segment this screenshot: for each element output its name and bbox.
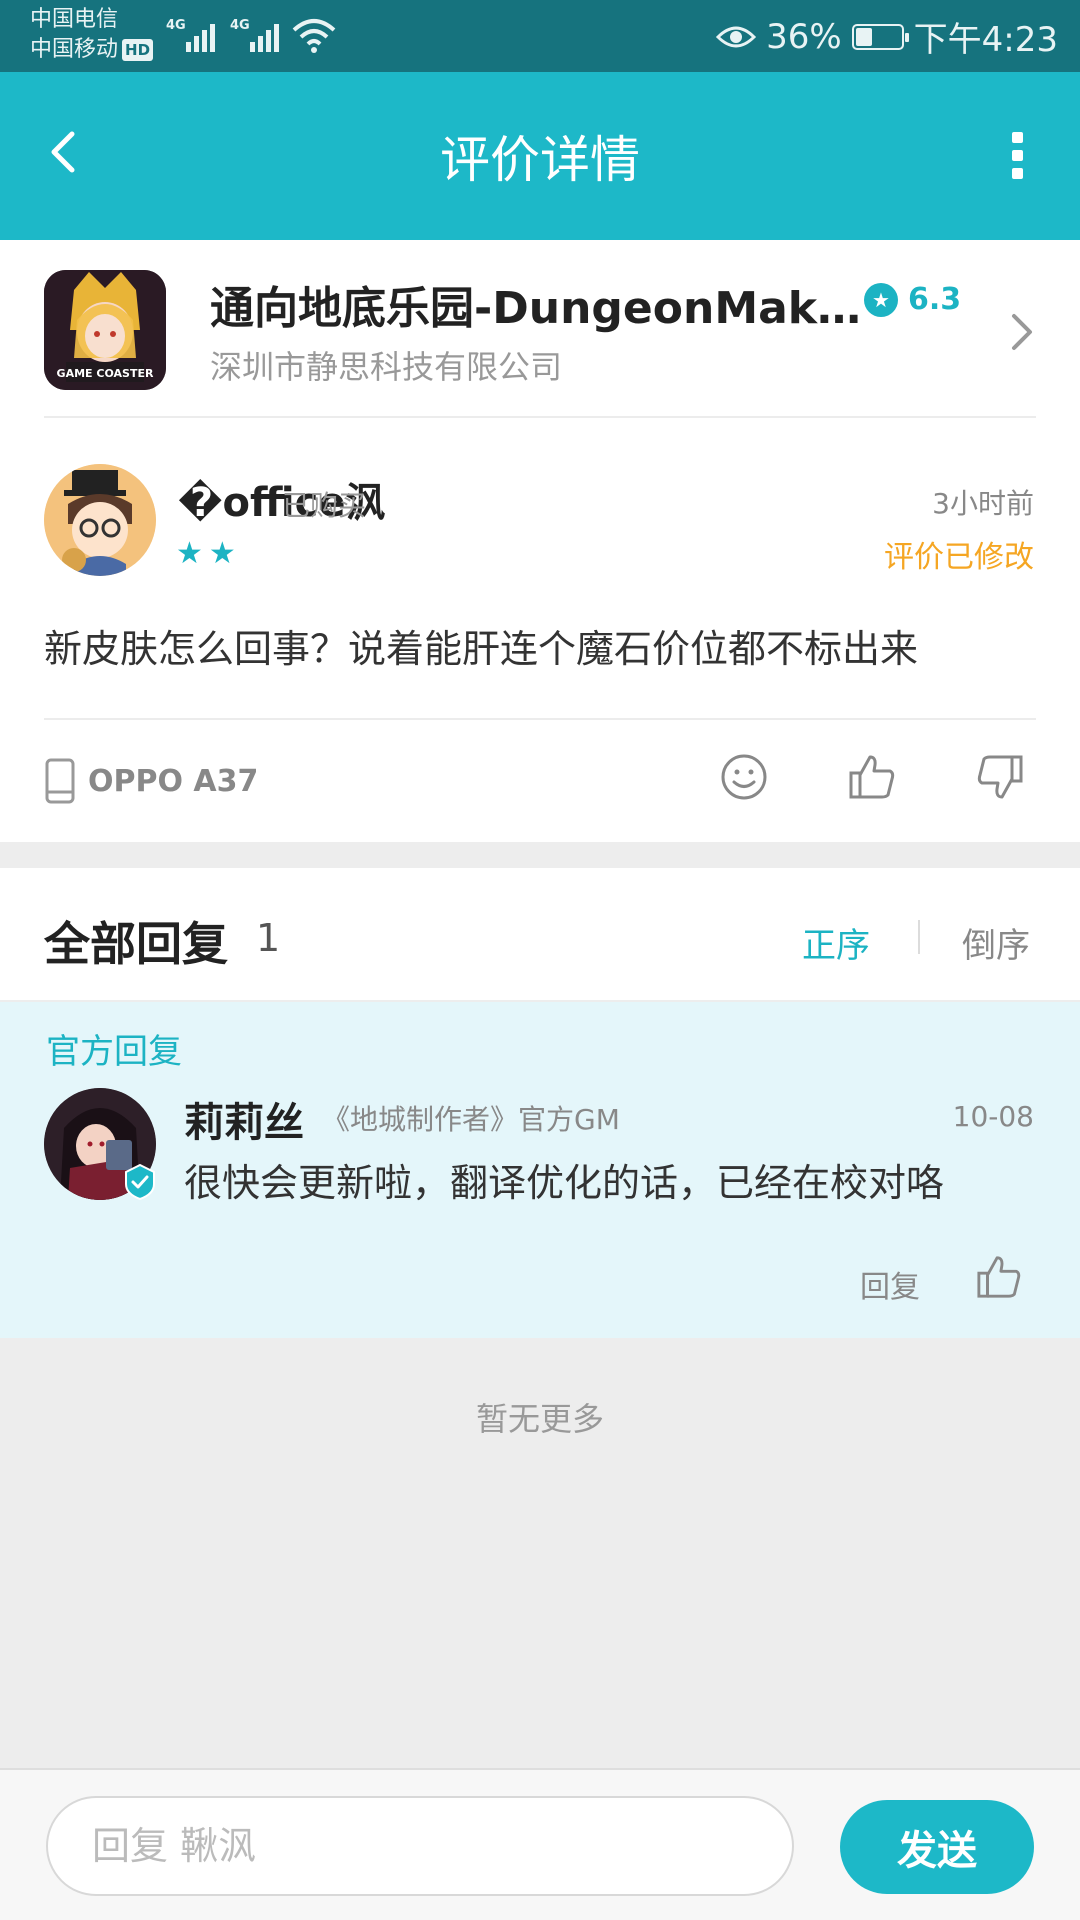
game-icon: GAME COASTER — [44, 270, 166, 390]
app-bar: 评价详情 — [0, 72, 1080, 240]
thumbs-down-button[interactable] — [976, 753, 1024, 801]
carrier-1: 中国电信 — [30, 7, 119, 32]
replies-header: 全部回复 1 正序 倒序 — [0, 868, 1080, 1000]
chevron-right-icon — [1012, 314, 1032, 350]
replies-title: 全部回复 — [44, 917, 228, 971]
review-content: 新皮肤怎么回事？说着能肝连个魔石价位都不标出来 — [44, 627, 919, 671]
game-info-row[interactable]: GAME COASTER 通向地底乐园-DungeonMak… ★ 6.3 深圳… — [0, 240, 1080, 418]
network-type-label: 4G — [230, 18, 250, 33]
divider — [44, 416, 1036, 418]
verified-icon — [125, 1164, 155, 1200]
game-rating: ★ 6.3 — [864, 282, 961, 317]
review-stars: ★★ — [176, 536, 242, 571]
hd-badge: HD — [122, 39, 154, 61]
divider — [44, 718, 1036, 720]
game-title: 通向地底乐园-DungeonMak… — [210, 283, 862, 334]
gm-reply-text: 很快会更新啦，翻译优化的话，已经在校对咯 — [184, 1161, 945, 1205]
review-modified-label[interactable]: 评价已修改 — [884, 532, 1034, 576]
reply-input[interactable] — [46, 1796, 794, 1896]
reviewer-avatar[interactable] — [44, 464, 156, 576]
network-type-label: 4G — [166, 18, 186, 33]
emoji-button[interactable] — [720, 753, 768, 801]
status-bar: 中国电信 中国移动 HD 4G 4G 36% 下午4:23 — [0, 0, 1080, 72]
sort-ascending-button[interactable]: 正序 — [802, 918, 870, 967]
no-more-label: 暂无更多 — [475, 1400, 604, 1438]
developer-name: 深圳市静思科技有限公司 — [210, 348, 563, 386]
replies-count: 1 — [256, 916, 281, 960]
reply-bar: 发送 — [0, 1768, 1080, 1920]
eye-comfort-icon — [716, 26, 757, 47]
sort-separator — [918, 920, 920, 954]
device-info: OPPO A37 — [44, 758, 258, 804]
status-right: 36% 下午4:23 — [716, 12, 1058, 61]
reply-button[interactable]: 回复 — [860, 1262, 920, 1306]
battery-icon — [851, 23, 909, 50]
rating-value: 6.3 — [908, 282, 962, 317]
official-reply: 官方回复 莉莉丝 《地城制作者》官方GM 10-08 很快会更新啦，翻译优化的话… — [0, 1002, 1080, 1338]
carrier-info: 中国电信 中国移动 HD — [30, 5, 154, 65]
device-name: OPPO A37 — [88, 763, 259, 799]
purchased-badge: 已购买 — [282, 489, 367, 522]
signal-icon: 4G — [166, 18, 218, 52]
game-icon-label: GAME COASTER — [57, 367, 154, 380]
signal-icon: 4G — [230, 18, 282, 52]
wifi-icon — [292, 19, 336, 53]
reply-thumbs-up-button[interactable] — [976, 1252, 1022, 1302]
review-card: GAME COASTER 通向地底乐园-DungeonMak… ★ 6.3 深圳… — [0, 240, 1080, 842]
clock: 下午4:23 — [913, 20, 1058, 60]
gm-name[interactable]: 莉莉丝 — [184, 1090, 304, 1148]
gm-reply-date: 10-08 — [952, 1100, 1034, 1133]
more-vertical-icon — [1012, 132, 1023, 143]
review-time: 3小时前 — [932, 487, 1034, 520]
thumbs-up-button[interactable] — [848, 753, 896, 801]
star-icon: ★ — [864, 282, 898, 317]
sort-descending-button[interactable]: 倒序 — [962, 918, 1030, 967]
battery-percent: 36% — [766, 16, 842, 57]
official-reply-label: 官方回复 — [46, 1032, 182, 1072]
phone-icon — [45, 758, 75, 804]
gm-role: 《地城制作者》官方GM — [322, 1103, 620, 1136]
carrier-2: 中国移动 — [30, 37, 119, 62]
send-button[interactable]: 发送 — [840, 1800, 1034, 1894]
more-options-button[interactable] — [996, 128, 1036, 184]
page-title: 评价详情 — [440, 131, 640, 189]
